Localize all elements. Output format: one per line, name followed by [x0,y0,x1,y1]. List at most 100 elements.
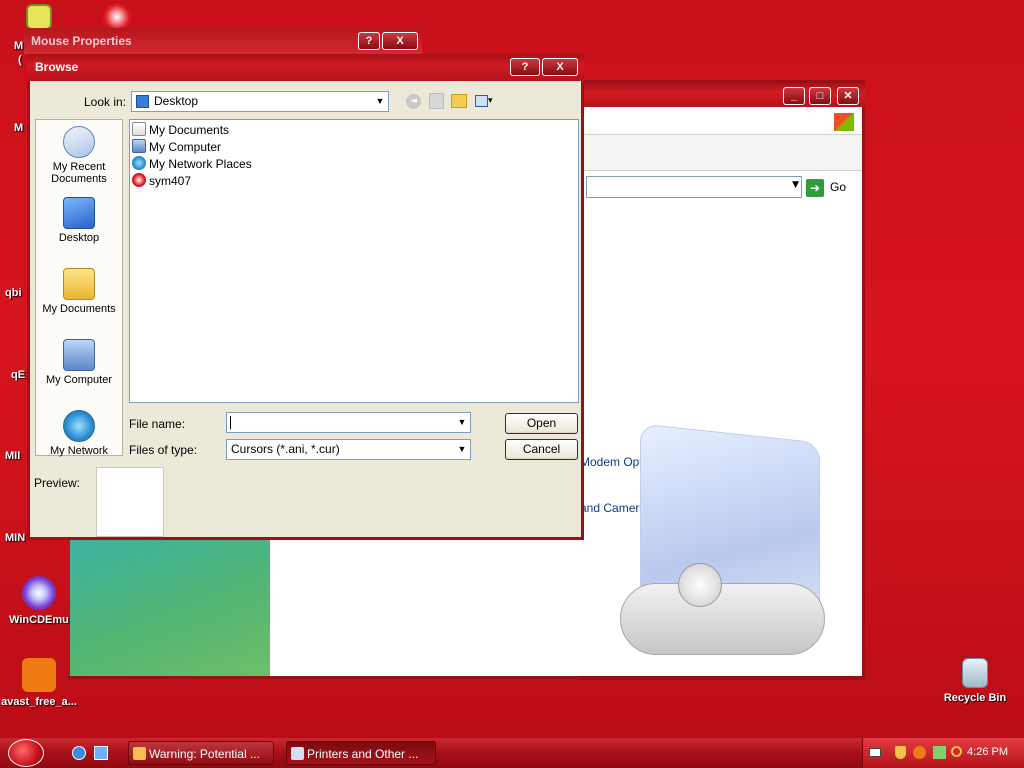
help-button[interactable]: ? [358,32,380,50]
desktop-cut-label[interactable]: qbi [5,287,22,299]
browse-dialog: Browse ? X Look in: Desktop ▼ ◄ ▾ My Rec… [27,54,584,540]
app-red-icon [132,173,146,187]
illustration-base [620,583,825,655]
help-button[interactable]: ? [510,58,540,76]
files-of-type-select[interactable]: Cursors (*.ani, *.cur) ▼ [226,439,471,460]
window-bottom-border [68,676,865,679]
app-icon [26,4,52,30]
control-panel-window: _ □ ✕ ▼ ➔ Go Modem Options and Cameras [580,80,865,680]
folder-icon [63,268,95,300]
place-my-recent-documents[interactable]: My Recent Documents [36,126,122,185]
network-globe-icon [63,410,95,442]
control-panel-titlebar[interactable]: _ □ ✕ [580,83,865,107]
open-button[interactable]: Open [505,413,578,434]
new-folder-icon[interactable] [451,94,467,108]
keyboard-icon[interactable] [869,748,881,757]
list-item[interactable]: My Documents [132,122,229,139]
grid-icon [475,94,488,107]
minimize-button[interactable]: _ [783,87,805,105]
place-label: My Computer [45,374,113,386]
look-in-value: Desktop [154,94,199,108]
file-name: My Documents [149,123,230,137]
file-name: My Network Places [149,157,252,171]
close-button[interactable]: ✕ [837,87,859,105]
icon-label: Recycle Bin [943,692,1007,704]
warning-icon [133,747,146,760]
maximize-button[interactable]: □ [809,87,831,105]
mouse-properties-titlebar[interactable]: Mouse Properties ? X [24,28,422,54]
quick-launch-desktop-icon[interactable] [94,746,108,760]
toolbar-strip-2 [580,135,862,171]
shield-icon[interactable] [895,746,906,759]
look-in-label: Look in: [84,95,127,109]
recent-documents-icon [63,126,95,158]
taskbar: Warning: Potential ... Printers and Othe… [0,738,1024,768]
browse-titlebar[interactable]: Browse ? X [27,54,584,81]
start-button[interactable] [8,739,44,767]
printer-icon [291,747,304,760]
chevron-down-icon[interactable]: ▼ [372,92,388,111]
desktop-icon-wincdemu[interactable]: WinCDEmu [0,576,78,626]
network-tray-icon[interactable] [933,746,946,759]
preview-box [96,467,164,537]
toolbar-strip [580,107,862,135]
desktop-icon-recycle-bin[interactable]: Recycle Bin [936,658,1014,704]
desktop-small-icon [136,95,149,108]
avast-icon [22,658,56,692]
place-desktop[interactable]: Desktop [36,197,122,244]
list-item[interactable]: sym407 [132,173,191,190]
places-bar: My Recent Documents Desktop My Documents… [35,119,123,457]
text-cursor [230,416,231,429]
place-label: My Documents [42,303,116,315]
desktop-icon-avast[interactable]: avast_free_a... [0,658,78,708]
file-name-label: File name: [129,417,186,431]
place-my-documents[interactable]: My Documents [36,268,122,315]
go-button[interactable]: ➔ Go [805,176,846,198]
desktop-cut-label[interactable]: ( [18,54,22,66]
computer-icon [132,139,146,153]
taskbar-item-printers[interactable]: Printers and Other ... [286,741,436,765]
task-label: Printers and Other ... [307,747,419,761]
icon-label: WinCDEmu [9,614,69,626]
desktop-cut-label[interactable]: M [14,40,23,52]
avast-tray-icon[interactable] [913,746,926,759]
look-in-select[interactable]: Desktop ▼ [131,91,389,112]
icon-label: avast_free_a... [1,696,77,708]
task-label: Warning: Potential ... [149,747,260,761]
address-bar[interactable]: ▼ [586,176,802,198]
window-title: Mouse Properties [31,34,132,48]
chevron-down-icon[interactable]: ▼ [792,180,799,190]
disc-icon [22,576,56,610]
place-my-computer[interactable]: My Computer [36,339,122,386]
clock[interactable]: 4:26 PM [967,746,1008,758]
view-menu-icon[interactable]: ▾ [475,93,499,109]
search-tray-icon[interactable] [951,746,962,757]
place-label: Desktop [58,232,100,244]
taskbar-item-warning[interactable]: Warning: Potential ... [128,741,274,765]
up-folder-icon[interactable] [429,93,444,109]
desktop-cut-label[interactable]: qE [11,369,25,381]
close-button[interactable]: X [382,32,418,50]
desktop-cut-label[interactable]: M [14,122,23,134]
close-button[interactable]: X [542,58,578,76]
list-item[interactable]: My Computer [132,139,221,156]
system-tray: 4:26 PM [862,738,1024,768]
computer-icon [63,339,95,371]
folder-icon [132,122,146,136]
back-icon[interactable]: ◄ [406,94,421,109]
quick-launch-ie-icon[interactable] [72,746,86,760]
list-item[interactable]: My Network Places [132,156,252,173]
dialog-title: Browse [35,60,79,74]
desktop-icon [63,197,95,229]
cancel-button[interactable]: Cancel [505,439,578,460]
recycle-bin-icon [962,658,988,688]
file-list[interactable]: My Documents My Computer My Network Plac… [129,119,579,403]
place-my-network[interactable]: My Network [36,410,122,457]
chevron-down-icon[interactable]: ▼ [454,440,470,459]
file-name-combo[interactable]: ▼ [226,412,471,433]
place-label: My Recent Documents [51,161,107,185]
go-arrow-icon: ➔ [805,178,824,197]
chevron-down-icon[interactable]: ▼ [454,413,470,432]
desktop-cut-label[interactable]: MII [5,450,20,462]
desktop-cut-label[interactable]: MIN [5,532,25,544]
